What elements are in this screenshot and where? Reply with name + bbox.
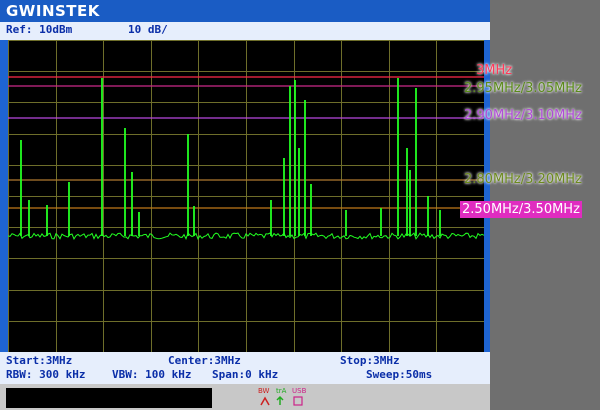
start-freq-readout: Start:3MHz (6, 354, 73, 367)
status-icon-group: BW trA USB (256, 386, 320, 408)
header-bar: Ref: 10dBm 10 dB/ (0, 22, 490, 40)
settings-footer: Start:3MHz Center:3MHz Stop:3MHz RBW: 30… (0, 352, 490, 384)
center-freq-readout: Center:3MHz (168, 354, 241, 367)
brand-logo: GWINSTEK (6, 2, 100, 20)
marker-label-2-80-3-20: 2.80MHz/3.20MHz (464, 172, 582, 187)
status-glyphs (260, 395, 303, 406)
marker-label-2-90-3-10: 2.90MHz/3.10MHz (464, 108, 582, 123)
scale-readout: 10 dB/ (128, 23, 168, 36)
analyzer-frame: GWINSTEK Ref: 10dBm 10 dB/ Start:3MHz Ce… (0, 0, 490, 410)
spectrum-display (8, 40, 484, 352)
brand-bar: GWINSTEK (0, 0, 490, 22)
rbw-readout: RBW: 300 kHz (6, 368, 86, 381)
marker-label-3mhz: 3MHz (476, 63, 513, 78)
status-bar: BW trA USB (0, 384, 490, 410)
ref-level-readout: Ref: 10dBm (6, 23, 73, 36)
stop-freq-readout: Stop:3MHz (340, 354, 400, 367)
marker-label-2-50-3-50: 2.50MHz/3.50MHz (460, 201, 582, 218)
message-area (6, 388, 212, 408)
marker-label-2-95-3-05: 2.95MHz/3.05MHz (464, 81, 582, 96)
vbw-readout: VBW: 100 kHz (112, 368, 192, 381)
sweep-readout: Sweep:50ms (366, 368, 433, 381)
span-readout: Span:0 kHz (212, 368, 279, 381)
spectrum-plot (8, 40, 484, 352)
